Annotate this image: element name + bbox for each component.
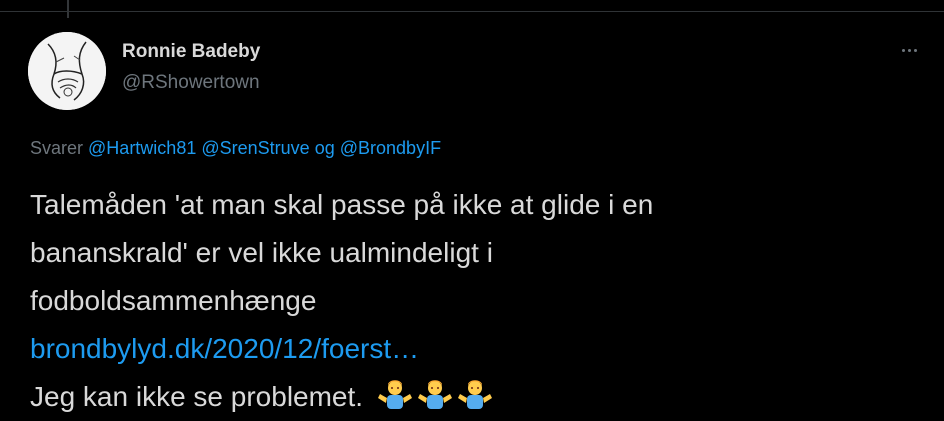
author-handle[interactable]: @RShowertown [122, 72, 260, 94]
ellipsis-icon [901, 48, 905, 52]
shrug-emoji-icon [417, 376, 453, 412]
tweet-card: Ronnie Badeby @RShowertown Svarer @Hartw… [0, 0, 944, 414]
mention-link[interactable]: @BrondbyIF [340, 138, 441, 158]
reply-context: Svarer @Hartwich81 @SrenStruve og @Brond… [30, 138, 441, 159]
reply-prefix: Svarer [30, 138, 84, 158]
divider [0, 11, 944, 12]
shrug-emoji-icon [377, 376, 413, 412]
shrug-emoji-icon [457, 376, 493, 412]
reply-connector: og [314, 138, 335, 158]
tweet-text-line: Talemåden 'at man skal passe på ikke at … [30, 189, 654, 220]
thread-connector-line [67, 0, 69, 18]
tweet-body: Talemåden 'at man skal passe på ikke at … [30, 181, 920, 421]
tweet-last-text: Jeg kan ikke se problemet. [30, 381, 364, 412]
author-display-name[interactable]: Ronnie Badeby [122, 41, 260, 63]
hands-sketch-avatar-icon [28, 32, 106, 110]
more-options-button[interactable] [896, 40, 922, 60]
external-link[interactable]: brondbylyd.dk/2020/12/foerst… [30, 325, 920, 373]
mention-link[interactable]: @Hartwich81 [88, 138, 196, 158]
mention-link[interactable]: @SrenStruve [201, 138, 309, 158]
tweet-text-line: fodboldsammenhænge [30, 285, 317, 316]
avatar[interactable] [28, 32, 106, 110]
emoji-group [377, 376, 493, 412]
tweet-text-line: bananskrald' er vel ikke ualmindeligt i [30, 237, 493, 268]
